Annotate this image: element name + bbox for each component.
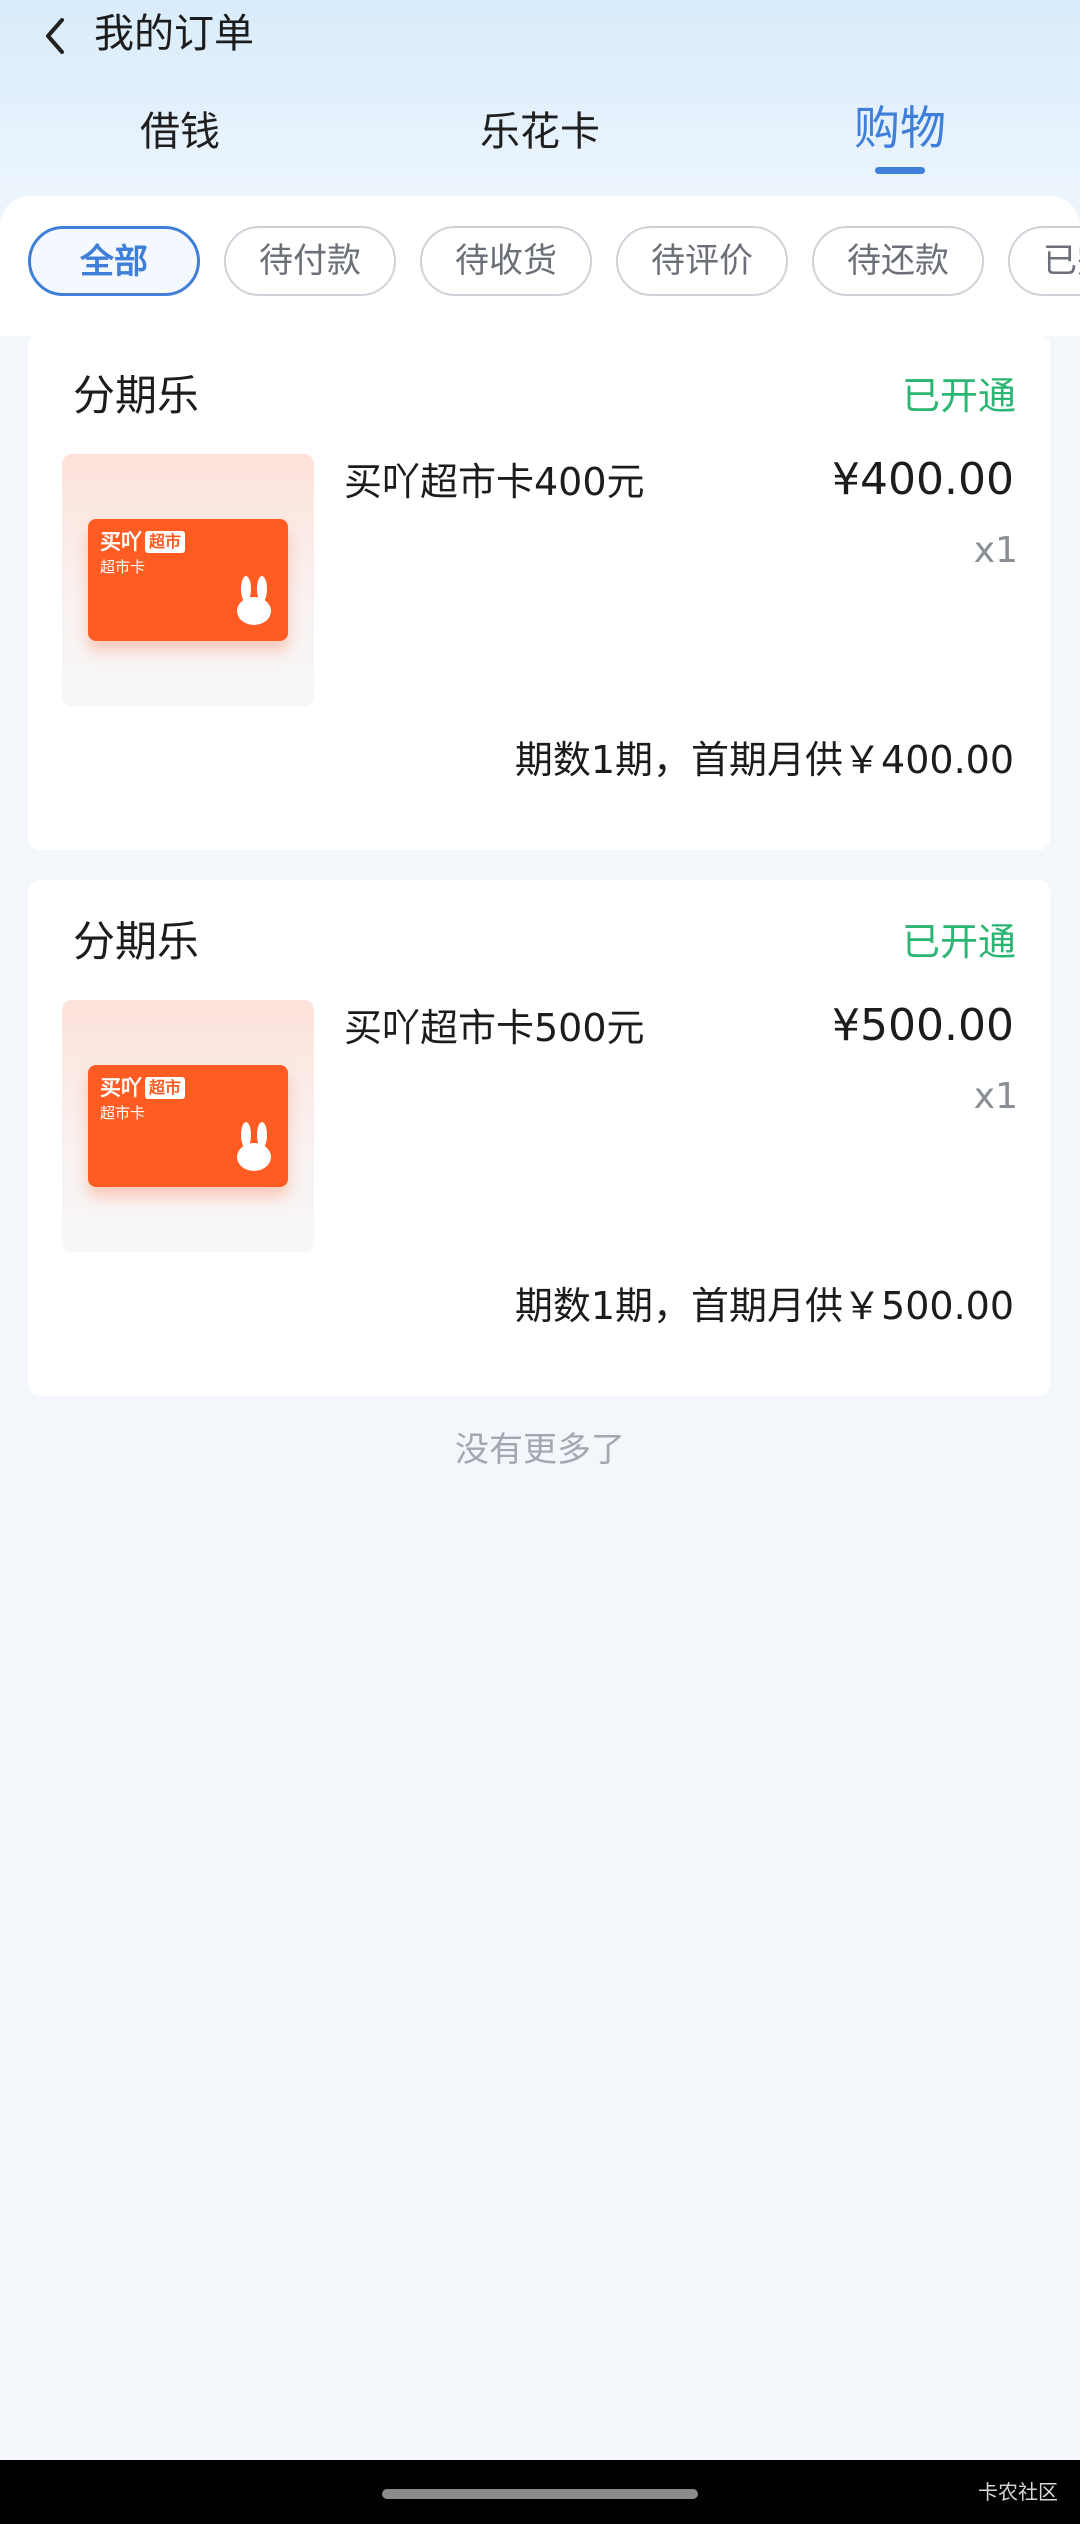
gift-card-badge: 超市: [145, 1077, 186, 1099]
active-tab-indicator: [875, 167, 925, 174]
gift-card-badge: 超市: [145, 531, 186, 553]
tab-lehua-card[interactable]: 乐花卡: [480, 100, 600, 164]
product-thumbnail[interactable]: 买吖 超市 超市卡: [62, 1000, 314, 1252]
tab-lehua-card-label: 乐花卡: [480, 109, 600, 155]
chevron-left-icon[interactable]: [38, 14, 72, 58]
main-tabs: 借钱 乐花卡 购物: [0, 100, 1080, 180]
filter-chip-pending-receipt[interactable]: 待收货: [420, 226, 592, 296]
filter-panel: 全部待付款待收货待评价待还款已完成: [0, 196, 1080, 336]
product-name: 买吖超市卡500元: [344, 1006, 645, 1050]
watermark-text: 卡农社区: [978, 2480, 1058, 2504]
filter-chip-pending-review[interactable]: 待评价: [616, 226, 788, 296]
no-more-text: 没有更多了: [455, 1430, 625, 1470]
filter-chip-completed[interactable]: 已完成: [1008, 226, 1080, 296]
order-card[interactable]: 分期乐 已开通 买吖 超市 超市卡 买吖超市卡400元 ¥400.00 x1 期数…: [28, 334, 1050, 850]
home-indicator[interactable]: [382, 2489, 698, 2499]
gift-card-brand: 买吖 超市: [100, 1075, 186, 1101]
tab-borrow-label: 借钱: [140, 109, 220, 155]
gift-card-image: 买吖 超市 超市卡: [88, 1065, 288, 1187]
product-quantity: x1: [973, 530, 1018, 571]
page-title: 我的订单: [94, 11, 254, 57]
top-bar: 我的订单: [0, 0, 1080, 70]
order-shop-name: 分期乐: [73, 371, 200, 420]
orders-page: 我的订单 借钱 乐花卡 购物 全部待付款待收货待评价待还款已完成 分期乐 已开通…: [0, 0, 1080, 2524]
order-status: 已开通: [901, 374, 1016, 418]
filter-chip-pending-repayment[interactable]: 待还款: [812, 226, 984, 296]
rabbit-icon: [237, 1122, 271, 1171]
rabbit-icon: [237, 576, 271, 625]
filter-chip-row[interactable]: 全部待付款待收货待评价待还款已完成: [28, 226, 1080, 298]
order-card[interactable]: 分期乐 已开通 买吖 超市 超市卡 买吖超市卡500元 ¥500.00 x1 期数…: [28, 880, 1050, 1396]
gift-card-image: 买吖 超市 超市卡: [88, 519, 288, 641]
filter-chip-pending-payment[interactable]: 待付款: [224, 226, 396, 296]
installment-plan: 期数1期，首期月供￥500.00: [514, 1284, 1014, 1328]
gift-card-subtitle: 超市卡: [100, 558, 146, 576]
order-shop-name: 分期乐: [73, 917, 200, 966]
installment-plan: 期数1期，首期月供￥400.00: [514, 738, 1014, 782]
gift-card-brand: 买吖 超市: [100, 529, 186, 555]
gift-card-subtitle: 超市卡: [100, 1104, 146, 1122]
product-price: ¥500.00: [832, 1000, 1014, 1051]
order-status: 已开通: [901, 920, 1016, 964]
tab-shopping-label: 购物: [854, 101, 946, 155]
product-quantity: x1: [973, 1076, 1018, 1117]
system-navigation-bar: 卡农社区: [0, 2460, 1080, 2524]
tab-shopping[interactable]: 购物: [854, 96, 946, 174]
tab-borrow[interactable]: 借钱: [140, 100, 220, 164]
product-name: 买吖超市卡400元: [344, 460, 645, 504]
filter-chip-all[interactable]: 全部: [28, 226, 200, 296]
product-price: ¥400.00: [832, 454, 1014, 505]
product-thumbnail[interactable]: 买吖 超市 超市卡: [62, 454, 314, 706]
